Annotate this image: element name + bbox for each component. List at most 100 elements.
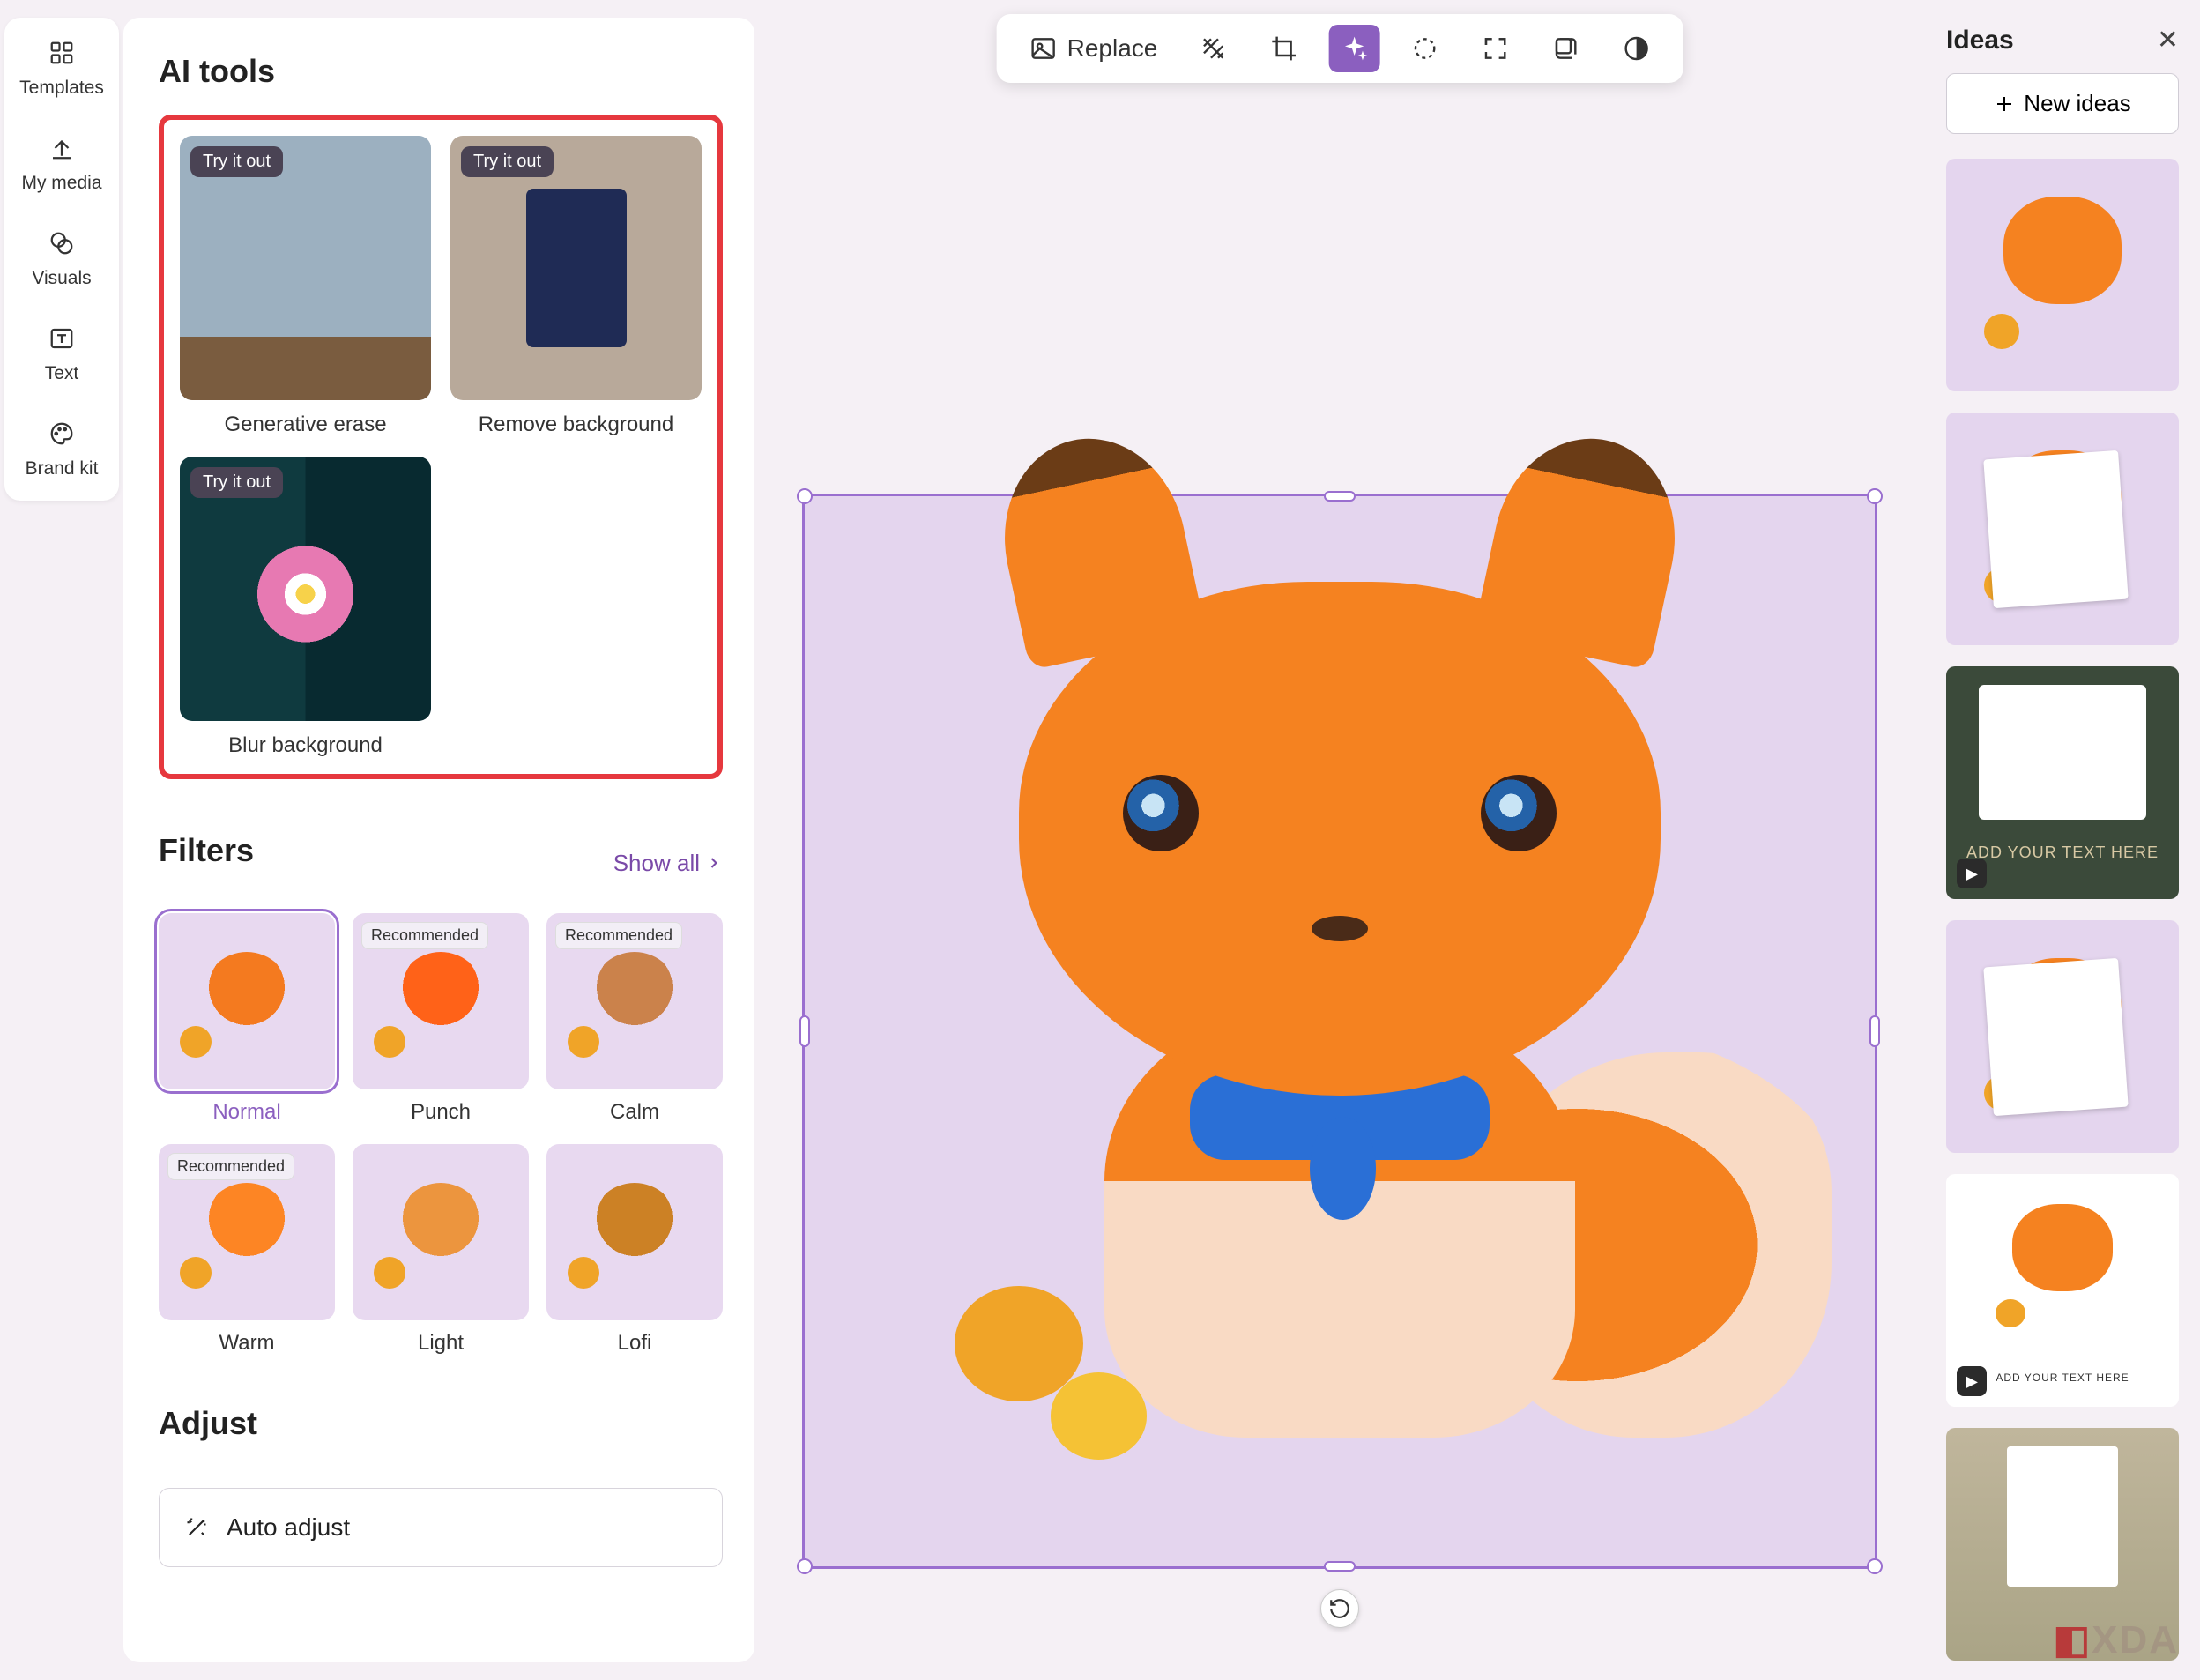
nav-templates-label: Templates bbox=[19, 78, 104, 99]
filter-normal-thumb bbox=[159, 913, 335, 1089]
try-it-out-badge: Try it out bbox=[461, 146, 554, 177]
watermark: ◧XDA bbox=[2054, 1617, 2179, 1662]
filter-lofi-thumb bbox=[546, 1144, 723, 1320]
left-panel: AI tools Try it out Generative erase Try… bbox=[123, 18, 754, 1662]
nav-text[interactable]: Text bbox=[45, 324, 79, 384]
ai-tools-highlight: Try it out Generative erase Try it out R… bbox=[159, 115, 723, 779]
nav-text-label: Text bbox=[45, 363, 79, 384]
resize-handle-br[interactable] bbox=[1867, 1558, 1883, 1574]
filter-light-thumb bbox=[353, 1144, 529, 1320]
image-icon bbox=[1029, 33, 1059, 63]
filter-lofi[interactable]: Lofi bbox=[546, 1144, 723, 1356]
lasso-button[interactable] bbox=[1399, 25, 1450, 72]
resize-handle-t[interactable] bbox=[1324, 491, 1356, 502]
ai-generative-erase-thumb: Try it out bbox=[180, 136, 431, 400]
filter-calm-thumb: Recommended bbox=[546, 913, 723, 1089]
ai-generative-erase-label: Generative erase bbox=[180, 413, 431, 437]
nav-my-media[interactable]: My media bbox=[21, 134, 101, 194]
filter-punch-thumb: Recommended bbox=[353, 913, 529, 1089]
resize-handle-b[interactable] bbox=[1324, 1561, 1356, 1572]
filter-warm[interactable]: Recommended Warm bbox=[159, 1144, 335, 1356]
ai-remove-background-thumb: Try it out bbox=[450, 136, 702, 400]
filter-calm-label: Calm bbox=[610, 1100, 659, 1125]
filter-punch-label: Punch bbox=[411, 1100, 471, 1125]
ai-remove-background-label: Remove background bbox=[450, 413, 702, 437]
ideas-heading: Ideas bbox=[1946, 26, 2014, 56]
layers-button[interactable] bbox=[1540, 25, 1591, 72]
recommended-badge: Recommended bbox=[555, 922, 682, 949]
replace-button[interactable]: Replace bbox=[1018, 25, 1169, 72]
opacity-icon bbox=[1621, 33, 1651, 63]
idea-thumb-1[interactable] bbox=[1946, 159, 2179, 391]
canvas-area[interactable]: Replace bbox=[754, 0, 1925, 1680]
rotate-handle[interactable] bbox=[1320, 1589, 1359, 1628]
plus-icon bbox=[1994, 93, 2015, 115]
resize-handle-l[interactable] bbox=[799, 1015, 810, 1047]
resize-handle-r[interactable] bbox=[1869, 1015, 1880, 1047]
ai-blur-background-thumb: Try it out bbox=[180, 457, 431, 721]
filter-calm[interactable]: Recommended Calm bbox=[546, 913, 723, 1125]
nav-card: Templates My media Visuals Text bbox=[4, 18, 119, 501]
filter-normal-label: Normal bbox=[212, 1100, 280, 1125]
expand-icon bbox=[1480, 33, 1510, 63]
idea-thumb-4[interactable] bbox=[1946, 920, 2179, 1153]
idea-thumb-5[interactable]: ADD YOUR TEXT HERE ▶ bbox=[1946, 1174, 2179, 1407]
replace-label: Replace bbox=[1067, 34, 1158, 63]
resize-handle-tr[interactable] bbox=[1867, 488, 1883, 504]
resize-handle-bl[interactable] bbox=[797, 1558, 813, 1574]
idea-thumb-3[interactable]: ADD YOUR TEXT HERE ▶ bbox=[1946, 666, 2179, 899]
sparkle-icon bbox=[1339, 33, 1369, 63]
recommended-badge: Recommended bbox=[167, 1153, 294, 1180]
opacity-button[interactable] bbox=[1610, 25, 1661, 72]
filter-normal[interactable]: Normal bbox=[159, 913, 335, 1125]
close-ideas-button[interactable]: ✕ bbox=[2157, 25, 2179, 56]
lasso-icon bbox=[1409, 33, 1439, 63]
expand-button[interactable] bbox=[1469, 25, 1520, 72]
image-toolbar: Replace bbox=[997, 14, 1683, 83]
templates-icon bbox=[48, 39, 76, 67]
text-icon bbox=[48, 324, 76, 353]
selected-image[interactable] bbox=[802, 494, 1877, 1569]
filter-warm-label: Warm bbox=[219, 1331, 274, 1356]
filters-button[interactable] bbox=[1328, 25, 1379, 72]
idea-thumb-2[interactable] bbox=[1946, 413, 2179, 645]
nav-visuals-label: Visuals bbox=[32, 268, 91, 289]
filter-lofi-label: Lofi bbox=[618, 1331, 652, 1356]
new-ideas-label: New ideas bbox=[2024, 90, 2130, 117]
crop-button[interactable] bbox=[1258, 25, 1309, 72]
layers-icon bbox=[1550, 33, 1580, 63]
crop-icon bbox=[1268, 33, 1298, 63]
filter-light[interactable]: Light bbox=[353, 1144, 529, 1356]
canvas-fox-illustration bbox=[805, 496, 1875, 1566]
filters-show-all[interactable]: Show all bbox=[613, 850, 723, 877]
video-badge-icon: ▶ bbox=[1957, 859, 1987, 888]
ai-remove-background[interactable]: Try it out Remove background bbox=[450, 136, 702, 437]
remove-bg-icon bbox=[1198, 33, 1228, 63]
nav-brand-kit-label: Brand kit bbox=[26, 458, 99, 479]
try-it-out-badge: Try it out bbox=[190, 146, 283, 177]
ai-generative-erase[interactable]: Try it out Generative erase bbox=[180, 136, 431, 437]
resize-handle-tl[interactable] bbox=[797, 488, 813, 504]
chevron-right-icon bbox=[705, 854, 723, 872]
magic-wand-icon bbox=[184, 1515, 209, 1540]
filters-heading: Filters bbox=[159, 832, 254, 869]
ai-blur-background[interactable]: Try it out Blur background bbox=[180, 457, 431, 758]
auto-adjust-button[interactable]: Auto adjust bbox=[159, 1488, 723, 1567]
new-ideas-button[interactable]: New ideas bbox=[1946, 73, 2179, 134]
remove-bg-button[interactable] bbox=[1187, 25, 1238, 72]
rotate-icon bbox=[1328, 1597, 1351, 1620]
visuals-icon bbox=[48, 229, 76, 257]
try-it-out-badge: Try it out bbox=[190, 467, 283, 498]
upload-icon bbox=[48, 134, 76, 162]
filters-show-all-label: Show all bbox=[613, 850, 700, 877]
ideas-panel: Ideas ✕ New ideas ADD YOUR TEXT HERE ▶ A… bbox=[1925, 0, 2200, 1680]
video-badge-icon: ▶ bbox=[1957, 1366, 1987, 1396]
filter-warm-thumb: Recommended bbox=[159, 1144, 335, 1320]
ai-tools-heading: AI tools bbox=[159, 53, 723, 90]
nav-templates[interactable]: Templates bbox=[19, 39, 104, 99]
nav-rail: Templates My media Visuals Text bbox=[0, 0, 123, 1680]
nav-visuals[interactable]: Visuals bbox=[32, 229, 91, 289]
filter-punch[interactable]: Recommended Punch bbox=[353, 913, 529, 1125]
ai-blur-background-label: Blur background bbox=[180, 733, 431, 758]
nav-brand-kit[interactable]: Brand kit bbox=[26, 420, 99, 479]
